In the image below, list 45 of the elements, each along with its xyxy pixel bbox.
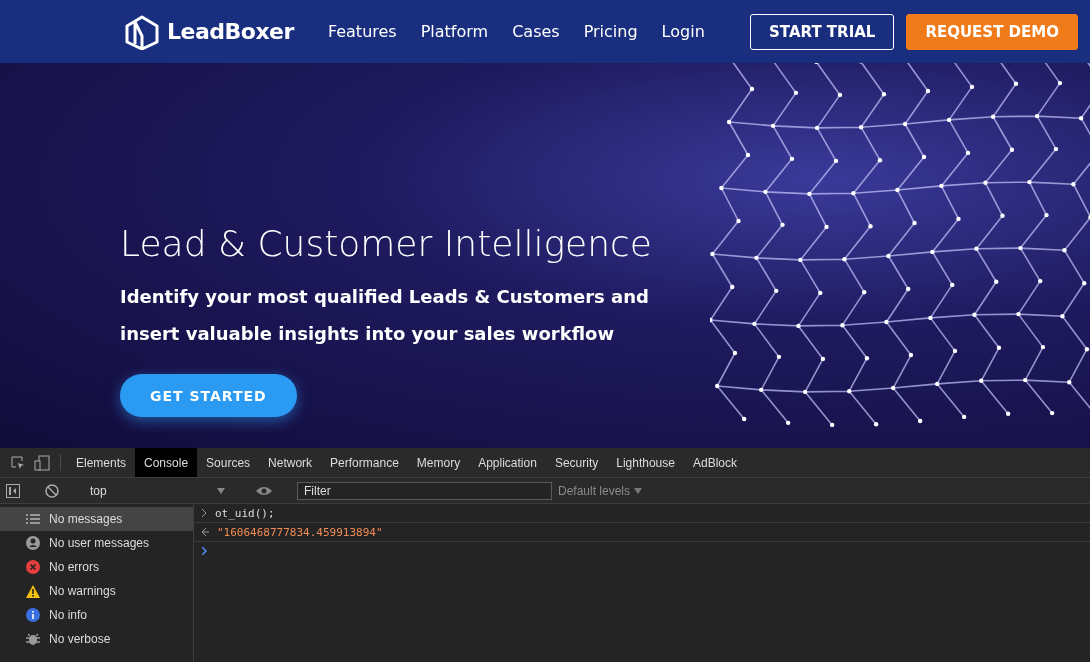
dropdown-caret-icon bbox=[634, 487, 643, 494]
box-logo-icon bbox=[125, 13, 159, 50]
devtools-tab[interactable]: Security bbox=[545, 448, 608, 477]
chevron-right-icon bbox=[202, 547, 207, 555]
return-arrow-icon bbox=[202, 528, 209, 536]
sidebar-item[interactable]: No warnings bbox=[0, 579, 193, 603]
bug-icon bbox=[26, 632, 40, 646]
log-levels-dropdown[interactable]: Default levels bbox=[558, 483, 643, 498]
devtools-tab[interactable]: Performance bbox=[321, 448, 408, 477]
clear-console-icon[interactable] bbox=[45, 483, 59, 498]
chevron-right-icon bbox=[202, 509, 207, 517]
devtools-tab[interactable]: Console bbox=[135, 448, 198, 477]
sidebar-item[interactable]: No user messages bbox=[0, 531, 193, 555]
devtools-tab[interactable]: Memory bbox=[407, 448, 470, 477]
sidebar-item[interactable]: No verbose bbox=[0, 627, 193, 651]
nav-link[interactable]: Features bbox=[327, 22, 397, 41]
error-icon bbox=[26, 560, 40, 574]
console-text: ot_uid(); bbox=[215, 506, 275, 520]
hero-title: Lead & Customer Intelligence bbox=[120, 223, 652, 264]
devtools-tab[interactable]: Application bbox=[469, 448, 546, 477]
trial-button[interactable]: START TRIAL bbox=[750, 13, 895, 50]
dropdown-caret-icon bbox=[217, 487, 225, 494]
sidebar-item[interactable]: No errors bbox=[0, 555, 193, 579]
sidebar-item[interactable]: No info bbox=[0, 603, 193, 627]
info-icon bbox=[26, 608, 40, 622]
filter-field[interactable]: Filter bbox=[297, 481, 552, 500]
context-selector[interactable]: top bbox=[84, 483, 231, 498]
nav-link[interactable]: Login bbox=[661, 22, 705, 41]
sidebar-toggle-icon[interactable] bbox=[6, 483, 20, 498]
devtools-tab[interactable]: Lighthouse bbox=[607, 448, 684, 477]
brand-name: LeadBoxer bbox=[167, 19, 294, 44]
devtools-tab[interactable]: Network bbox=[259, 448, 322, 477]
devtools-tab[interactable]: AdBlock bbox=[683, 448, 746, 477]
eye-icon[interactable] bbox=[256, 485, 272, 496]
devtools-tab[interactable]: Sources bbox=[197, 448, 260, 477]
hero-subtitle: Identify your most qualified Leads & Customers and insert valuable insights into your sales workflow bbox=[120, 285, 650, 346]
sidebar-item[interactable]: No messages bbox=[0, 507, 193, 531]
nav-link[interactable]: Cases bbox=[512, 22, 560, 41]
warning-icon bbox=[26, 584, 40, 598]
console-text: "1606468777834.459913894" bbox=[217, 525, 383, 539]
devtools-tab[interactable]: Elements bbox=[67, 448, 136, 477]
list-icon bbox=[26, 514, 40, 524]
user-icon bbox=[26, 536, 40, 550]
nav-link[interactable]: Platform bbox=[420, 22, 489, 41]
nav-link[interactable]: Pricing bbox=[583, 22, 638, 41]
